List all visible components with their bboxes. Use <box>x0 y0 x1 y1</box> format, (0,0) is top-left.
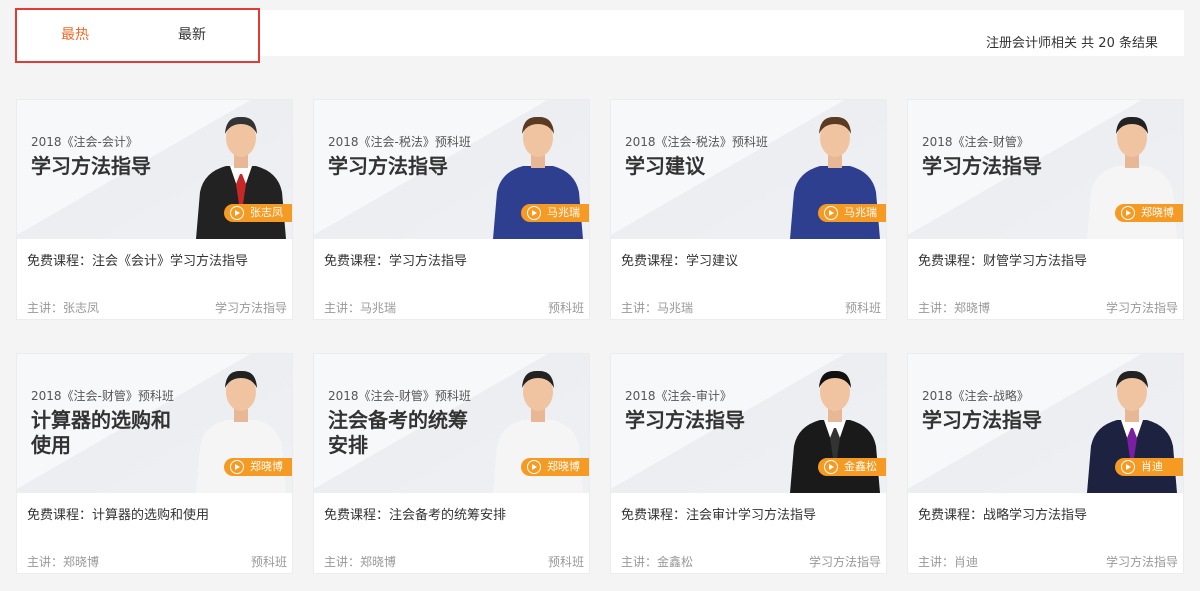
course-category: 预科班 <box>250 555 287 569</box>
sort-tabs: 最热 最新 <box>15 8 260 63</box>
course-category: 预科班 <box>844 301 881 315</box>
course-headline: 学习方法指导 <box>31 154 151 178</box>
course-subtitle: 2018《注会-税法》预科班 <box>625 135 768 149</box>
teacher-play-tag[interactable]: 郑晓博 <box>1115 204 1183 222</box>
course-subtitle: 2018《注会-会计》 <box>31 135 138 149</box>
tab-hottest[interactable]: 最热 <box>61 25 89 45</box>
teacher-name: 张志凤 <box>250 206 283 219</box>
course-card[interactable]: 2018《注会-财管》 学习方法指导 郑晓博 免费课程：财管学习方法指导 主讲：… <box>907 99 1184 320</box>
teacher-play-tag[interactable]: 马兆瑞 <box>818 204 886 222</box>
tab-newest[interactable]: 最新 <box>178 25 206 45</box>
course-subtitle: 2018《注会-税法》预科班 <box>328 135 471 149</box>
course-banner: 2018《注会-战略》 学习方法指导 肖迪 <box>908 354 1183 493</box>
course-subtitle: 2018《注会-财管》预科班 <box>328 389 471 403</box>
teacher-name: 郑晓博 <box>547 460 580 473</box>
course-title[interactable]: 免费课程：财管学习方法指导 <box>918 250 1087 269</box>
course-card[interactable]: 2018《注会-战略》 学习方法指导 肖迪 免费课程：战略学习方法指导 主讲：肖… <box>907 353 1184 574</box>
course-banner: 2018《注会-税法》预科班 学习建议 马兆瑞 <box>611 100 886 239</box>
play-icon <box>230 460 244 474</box>
course-card[interactable]: 2018《注会-财管》预科班 注会备考的统筹安排 郑晓博 免费课程：注会备考的统… <box>313 353 590 574</box>
course-lecturer: 主讲：郑晓博 <box>27 555 100 569</box>
course-card[interactable]: 2018《注会-审计》 学习方法指导 金鑫松 免费课程：注会审计学习方法指导 主… <box>610 353 887 574</box>
course-card[interactable]: 2018《注会-税法》预科班 学习方法指导 马兆瑞 免费课程：学习方法指导 主讲… <box>313 99 590 320</box>
course-subtitle: 2018《注会-财管》预科班 <box>31 389 174 403</box>
course-headline: 学习方法指导 <box>625 408 745 432</box>
result-summary: 注册会计师相关 共 20 条结果 <box>986 36 1158 51</box>
course-card[interactable]: 2018《注会-会计》 学习方法指导 张志凤 免费课程：注会《会计》学习方法指导… <box>16 99 293 320</box>
course-title[interactable]: 免费课程：计算器的选购和使用 <box>27 504 209 523</box>
course-headline: 计算器的选购和使用 <box>31 408 171 457</box>
course-category: 预科班 <box>547 555 584 569</box>
course-subtitle: 2018《注会-审计》 <box>625 389 732 403</box>
play-icon <box>527 460 541 474</box>
teacher-play-tag[interactable]: 郑晓博 <box>224 458 292 476</box>
teacher-play-tag[interactable]: 金鑫松 <box>818 458 886 476</box>
play-icon <box>527 206 541 220</box>
course-subtitle: 2018《注会-财管》 <box>922 135 1029 149</box>
teacher-play-tag[interactable]: 马兆瑞 <box>521 204 589 222</box>
course-grid: 2018《注会-会计》 学习方法指导 张志凤 免费课程：注会《会计》学习方法指导… <box>16 99 1184 579</box>
course-headline: 学习方法指导 <box>922 408 1042 432</box>
course-banner: 2018《注会-税法》预科班 学习方法指导 马兆瑞 <box>314 100 589 239</box>
course-headline: 注会备考的统筹安排 <box>328 408 468 457</box>
course-category: 学习方法指导 <box>1105 301 1178 315</box>
course-banner: 2018《注会-财管》预科班 注会备考的统筹安排 郑晓博 <box>314 354 589 493</box>
course-lecturer: 主讲：郑晓博 <box>918 301 991 315</box>
teacher-name: 肖迪 <box>1141 460 1163 473</box>
course-category: 学习方法指导 <box>214 301 287 315</box>
play-icon <box>1121 460 1135 474</box>
course-title[interactable]: 免费课程：学习方法指导 <box>324 250 467 269</box>
teacher-name: 金鑫松 <box>844 460 877 473</box>
course-banner: 2018《注会-会计》 学习方法指导 张志凤 <box>17 100 292 239</box>
course-title[interactable]: 免费课程：学习建议 <box>621 250 738 269</box>
course-category: 预科班 <box>547 301 584 315</box>
course-lecturer: 主讲：张志凤 <box>27 301 100 315</box>
course-title[interactable]: 免费课程：战略学习方法指导 <box>918 504 1087 523</box>
teacher-name: 郑晓博 <box>250 460 283 473</box>
course-card[interactable]: 2018《注会-税法》预科班 学习建议 马兆瑞 免费课程：学习建议 主讲：马兆瑞… <box>610 99 887 320</box>
course-headline: 学习方法指导 <box>328 154 448 178</box>
teacher-name: 马兆瑞 <box>844 206 877 219</box>
course-category: 学习方法指导 <box>808 555 881 569</box>
course-banner: 2018《注会-审计》 学习方法指导 金鑫松 <box>611 354 886 493</box>
teacher-play-tag[interactable]: 张志凤 <box>224 204 292 222</box>
course-headline: 学习方法指导 <box>922 154 1042 178</box>
course-category: 学习方法指导 <box>1105 555 1178 569</box>
teacher-play-tag[interactable]: 肖迪 <box>1115 458 1183 476</box>
play-icon <box>230 206 244 220</box>
course-lecturer: 主讲：郑晓博 <box>324 555 397 569</box>
course-headline: 学习建议 <box>625 154 705 178</box>
play-icon <box>824 460 838 474</box>
teacher-name: 郑晓博 <box>1141 206 1174 219</box>
course-lecturer: 主讲：马兆瑞 <box>324 301 397 315</box>
teacher-name: 马兆瑞 <box>547 206 580 219</box>
course-subtitle: 2018《注会-战略》 <box>922 389 1029 403</box>
course-title[interactable]: 免费课程：注会《会计》学习方法指导 <box>27 250 248 269</box>
course-title[interactable]: 免费课程：注会备考的统筹安排 <box>324 504 506 523</box>
play-icon <box>824 206 838 220</box>
course-title[interactable]: 免费课程：注会审计学习方法指导 <box>621 504 816 523</box>
course-banner: 2018《注会-财管》预科班 计算器的选购和使用 郑晓博 <box>17 354 292 493</box>
play-icon <box>1121 206 1135 220</box>
teacher-play-tag[interactable]: 郑晓博 <box>521 458 589 476</box>
course-banner: 2018《注会-财管》 学习方法指导 郑晓博 <box>908 100 1183 239</box>
course-card[interactable]: 2018《注会-财管》预科班 计算器的选购和使用 郑晓博 免费课程：计算器的选购… <box>16 353 293 574</box>
course-lecturer: 主讲：肖迪 <box>918 555 979 569</box>
course-lecturer: 主讲：马兆瑞 <box>621 301 694 315</box>
course-lecturer: 主讲：金鑫松 <box>621 555 694 569</box>
